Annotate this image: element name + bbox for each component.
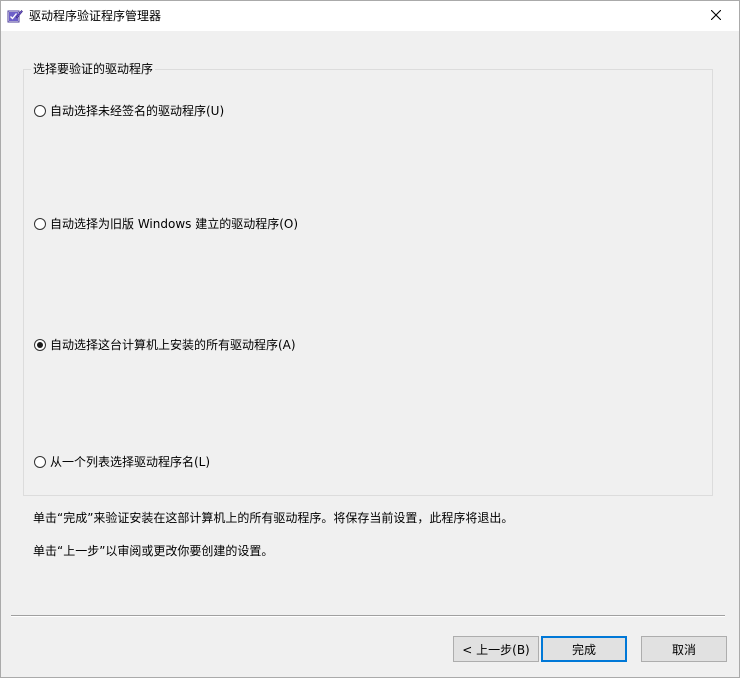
radio-label: 自动选择未经签名的驱动程序(U) [50,104,225,118]
radio-all-installed-drivers[interactable]: 自动选择这台计算机上安装的所有驱动程序(A) [34,337,296,353]
finish-button[interactable]: 完成 [541,636,627,662]
radio-older-windows-drivers[interactable]: 自动选择为旧版 Windows 建立的驱动程序(O) [34,216,298,232]
title-bar: 驱动程序验证程序管理器 [1,1,739,31]
radio-button-checked-icon [34,339,46,351]
radio-label: 自动选择这台计算机上安装的所有驱动程序(A) [50,338,296,352]
cancel-button[interactable]: 取消 [641,636,727,662]
radio-label: 自动选择为旧版 Windows 建立的驱动程序(O) [50,217,299,231]
close-icon [710,9,722,23]
radio-button-unchecked-icon [34,218,46,230]
back-button[interactable]: < 上一步(B) [453,636,539,662]
close-button[interactable] [693,1,739,31]
back-instruction-text: 单击“上一步”以审阅或更改你要创建的设置。 [33,544,274,558]
radio-select-from-list[interactable]: 从一个列表选择驱动程序名(L) [34,454,210,470]
group-legend: 选择要验证的驱动程序 [31,61,156,77]
radio-unsigned-drivers[interactable]: 自动选择未经签名的驱动程序(U) [34,103,224,119]
window-title: 驱动程序验证程序管理器 [29,9,162,23]
radio-button-unchecked-icon [34,105,46,117]
footer-separator [11,615,725,617]
dialog-window: 驱动程序验证程序管理器 选择要验证的驱动程序 自动选择未经签名的驱动程序(U) … [0,0,740,678]
finish-instruction-text: 单击“完成”来验证安装在这部计算机上的所有驱动程序。将保存当前设置，此程序将退出… [33,511,514,525]
checklist-pen-icon [7,8,23,24]
driver-selection-group: 选择要验证的驱动程序 自动选择未经签名的驱动程序(U) 自动选择为旧版 Wind… [23,61,713,496]
radio-label: 从一个列表选择驱动程序名(L) [50,455,211,469]
radio-button-unchecked-icon [34,456,46,468]
